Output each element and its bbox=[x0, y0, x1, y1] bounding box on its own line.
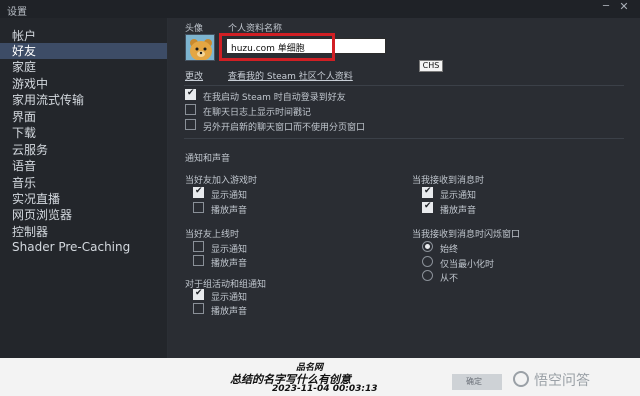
steam-settings-window: 设置 ─ ✕ 帐户 好友 家庭 游戏中 家用流式传输 界面 下载 云服务 语音 … bbox=[0, 0, 640, 396]
friend-online-sound-label: 播放声音 bbox=[211, 259, 248, 269]
ime-indicator[interactable]: CHS bbox=[419, 60, 443, 72]
sidebar-item-in-game[interactable]: 游戏中 bbox=[12, 76, 48, 92]
ok-button[interactable]: 确定 bbox=[452, 374, 502, 390]
sidebar-item-shader-pre-caching[interactable]: Shader Pre-Caching bbox=[12, 239, 130, 255]
friend-join-sound-label: 播放声音 bbox=[211, 206, 248, 216]
friend-online-show-label: 显示通知 bbox=[211, 245, 248, 255]
sidebar-item-friends[interactable]: 好友 bbox=[0, 43, 167, 59]
friend-join-sound-checkbox[interactable] bbox=[193, 202, 204, 213]
sidebar-item-voice[interactable]: 语音 bbox=[12, 158, 36, 174]
group-show-checkbox[interactable] bbox=[193, 288, 204, 300]
message-show-label: 显示通知 bbox=[440, 191, 477, 201]
timestamp-checkbox[interactable] bbox=[185, 104, 196, 115]
auto-login-checkbox[interactable] bbox=[185, 88, 196, 100]
message-sound-label: 播放声音 bbox=[440, 206, 477, 216]
timestamp-label: 在聊天日志上显示时间戳记 bbox=[203, 108, 312, 118]
group-sound-label: 播放声音 bbox=[211, 307, 248, 317]
message-sound-checkbox[interactable] bbox=[422, 201, 433, 213]
flash-always-label: 始终 bbox=[440, 245, 459, 255]
friend-join-game-title: 当好友加入游戏时 bbox=[185, 176, 258, 186]
friends-settings-panel: 头像 个人资料名称 huzu.com 单细胞 CHS 更改 查看我的 Steam… bbox=[168, 18, 640, 358]
sidebar-item-family[interactable]: 家庭 bbox=[12, 59, 36, 75]
notifications-title: 通知和声音 bbox=[185, 154, 231, 164]
group-show-label: 显示通知 bbox=[211, 293, 248, 303]
bear-avatar-icon bbox=[186, 35, 214, 60]
flash-minimized-radio[interactable] bbox=[422, 256, 433, 267]
sidebar-item-interface[interactable]: 界面 bbox=[12, 109, 36, 125]
watermark-text: 悟空问答 bbox=[534, 373, 590, 389]
title-bar: 设置 ─ ✕ bbox=[0, 0, 640, 18]
highlight-box bbox=[219, 33, 335, 61]
sidebar-item-music[interactable]: 音乐 bbox=[12, 175, 36, 191]
wukong-logo-icon bbox=[513, 371, 529, 387]
divider bbox=[184, 85, 624, 86]
sidebar-item-controller[interactable]: 控制器 bbox=[12, 224, 48, 240]
window-title: 设置 bbox=[7, 7, 27, 18]
friend-online-show-checkbox[interactable] bbox=[193, 241, 204, 252]
sidebar-item-downloads[interactable]: 下载 bbox=[12, 125, 36, 141]
flash-window-title: 当我接收到消息时闪烁窗口 bbox=[412, 230, 521, 240]
friend-join-show-checkbox[interactable] bbox=[193, 186, 204, 198]
receive-message-title: 当我接收到消息时 bbox=[412, 176, 485, 186]
friend-join-show-label: 显示通知 bbox=[211, 191, 248, 201]
message-show-checkbox[interactable] bbox=[422, 186, 433, 198]
close-button[interactable]: ✕ bbox=[618, 1, 630, 13]
friend-online-sound-checkbox[interactable] bbox=[193, 255, 204, 266]
settings-sidebar: 帐户 好友 家庭 游戏中 家用流式传输 界面 下载 云服务 语音 音乐 实况直播… bbox=[0, 18, 167, 358]
sidebar-item-web-browser[interactable]: 网页浏览器 bbox=[12, 207, 72, 223]
separate-window-label: 另外开启新的聊天窗口而不使用分页窗口 bbox=[203, 123, 366, 133]
divider bbox=[184, 138, 624, 139]
sidebar-item-account[interactable]: 帐户 bbox=[12, 28, 36, 44]
view-profile-link[interactable]: 查看我的 Steam 社区个人资料 bbox=[228, 69, 353, 82]
separate-window-checkbox[interactable] bbox=[185, 119, 196, 130]
sidebar-item-home-streaming[interactable]: 家用流式传输 bbox=[12, 92, 84, 108]
caption-timestamp: 2023-11-04 00:03:13 bbox=[272, 384, 378, 394]
minimize-button[interactable]: ─ bbox=[600, 2, 612, 14]
flash-minimized-label: 仅当最小化时 bbox=[440, 260, 495, 270]
auto-login-label: 在我启动 Steam 时自动登录到好友 bbox=[203, 93, 346, 103]
sidebar-item-broadcasting[interactable]: 实况直播 bbox=[12, 191, 60, 207]
change-avatar-link[interactable]: 更改 bbox=[185, 69, 203, 82]
sidebar-item-cloud[interactable]: 云服务 bbox=[12, 142, 48, 158]
group-sound-checkbox[interactable] bbox=[193, 303, 204, 314]
flash-never-radio[interactable] bbox=[422, 270, 433, 281]
flash-never-label: 从不 bbox=[440, 274, 459, 284]
flash-always-radio[interactable] bbox=[422, 241, 433, 252]
avatar-label: 头像 bbox=[185, 24, 204, 34]
image-caption-overlay: 品名网 总结的名字写什么有创意 2023-11-04 00:03:13 确定 悟… bbox=[0, 358, 640, 396]
avatar[interactable] bbox=[185, 34, 215, 61]
friend-online-title: 当好友上线时 bbox=[185, 230, 240, 240]
